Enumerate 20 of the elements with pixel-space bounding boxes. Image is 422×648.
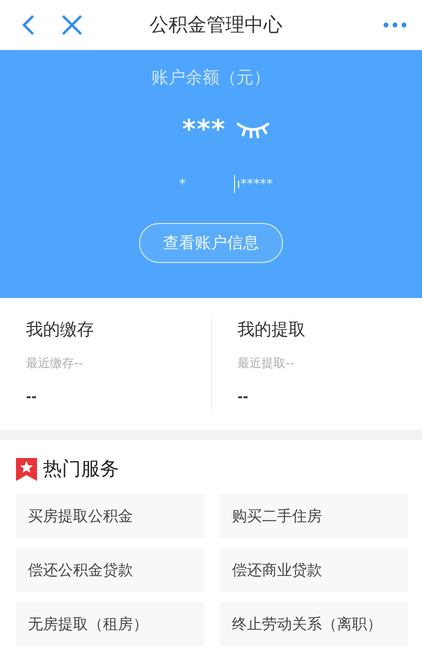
service-item[interactable]: 终止劳动关系（离职） (220, 602, 408, 646)
section-title: 热门服务 (43, 457, 119, 482)
balance-label: 账户余额（元） (152, 67, 270, 89)
summary-title[interactable]: 我的缴存 (26, 318, 210, 341)
summary-subtitle: 最近提取-- (238, 355, 296, 372)
masked-account-number: ı***** (236, 176, 273, 192)
service-item[interactable]: 偿还商业贷款 (220, 548, 408, 592)
service-item[interactable]: 无房提取（租房） (16, 602, 204, 646)
service-item[interactable]: 买房提取公积金 (16, 494, 204, 538)
star-bookmark-icon (16, 458, 37, 480)
masked-name: * (179, 176, 186, 192)
summary-value: -- (26, 390, 38, 405)
closed-eye-icon[interactable] (236, 121, 270, 139)
balance-value: *** (182, 115, 226, 145)
service-item[interactable]: 购买二手住房 (220, 494, 408, 538)
page-title: 公积金管理中心 (148, 13, 284, 38)
summary-subtitle: 最近缴存-- (26, 355, 84, 372)
summary-title[interactable]: 我的提取 (238, 318, 422, 341)
summary-value: -- (238, 390, 250, 405)
service-item[interactable]: 偿还公积金贷款 (16, 548, 204, 592)
